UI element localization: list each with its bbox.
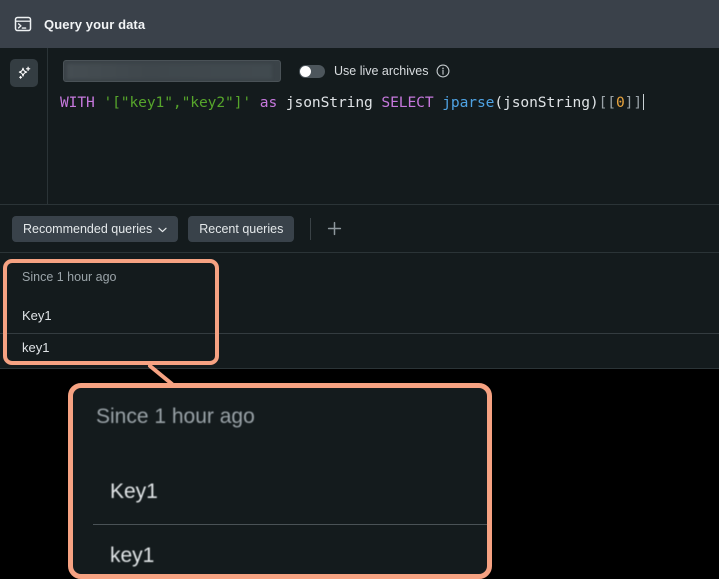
magnified-column-header: Key1 (110, 480, 158, 503)
terminal-icon (14, 15, 32, 33)
recent-queries-label: Recent queries (199, 221, 284, 236)
code-token: ] (633, 94, 643, 111)
add-query-tab-button[interactable] (323, 218, 345, 240)
table-row-divider (0, 333, 719, 334)
magnified-row-divider (93, 524, 487, 525)
editor-left-rail (0, 48, 48, 204)
code-token: jparse (442, 94, 495, 111)
magnified-callout-content: Since 1 hour ago Key1 key1 (73, 388, 487, 574)
query-editor-region: Use live archives WITH '["key1","key2"]'… (0, 48, 719, 204)
table-column-header: Key1 (22, 308, 52, 323)
text-caret (643, 94, 645, 110)
recent-queries-button[interactable]: Recent queries (188, 215, 295, 242)
editor-top-row: Use live archives (63, 60, 450, 82)
toolbar-divider (310, 217, 312, 240)
magnified-cell-value: key1 (110, 544, 155, 567)
live-archives-control: Use live archives (299, 64, 450, 78)
live-archives-label: Use live archives (334, 64, 429, 78)
code-token: WITH (60, 94, 95, 111)
magnified-time-range: Since 1 hour ago (96, 405, 255, 428)
code-token: jsonString (277, 94, 382, 111)
page-title: Query your data (44, 16, 146, 32)
info-icon[interactable] (436, 64, 450, 78)
code-token: [ (598, 94, 608, 111)
code-token: as (259, 94, 278, 111)
code-token: (jsonString) (494, 94, 599, 111)
results-time-range: Since 1 hour ago (22, 270, 117, 284)
recommended-queries-label: Recommended queries (23, 221, 153, 236)
editor-body: Use live archives WITH '["key1","key2"]'… (48, 48, 719, 204)
query-code-line[interactable]: WITH '["key1","key2"]' as jsonString SEL… (60, 92, 645, 114)
magnified-callout: Since 1 hour ago Key1 key1 (68, 383, 492, 579)
toggle-knob (300, 65, 311, 77)
code-token: SELECT (381, 94, 434, 111)
code-token: [ (607, 94, 616, 111)
app-header: Query your data (0, 0, 719, 48)
query-data-screen: Query your data Use live archives WITH '… (0, 0, 719, 579)
table-row: key1 (22, 340, 50, 355)
results-table: Since 1 hour ago Key1 key1 (0, 252, 719, 369)
query-toolbar: Recommended queries Recent queries (0, 204, 719, 252)
live-archives-toggle[interactable] (299, 64, 325, 78)
search-input[interactable] (63, 60, 281, 82)
code-token: 0 (615, 94, 625, 111)
recommended-queries-button[interactable]: Recommended queries (12, 215, 179, 242)
table-bottom-border (0, 368, 719, 369)
code-token: '["key1","key2"]' (103, 94, 252, 111)
sparkle-icon[interactable] (10, 59, 38, 87)
chevron-down-icon (158, 222, 167, 236)
